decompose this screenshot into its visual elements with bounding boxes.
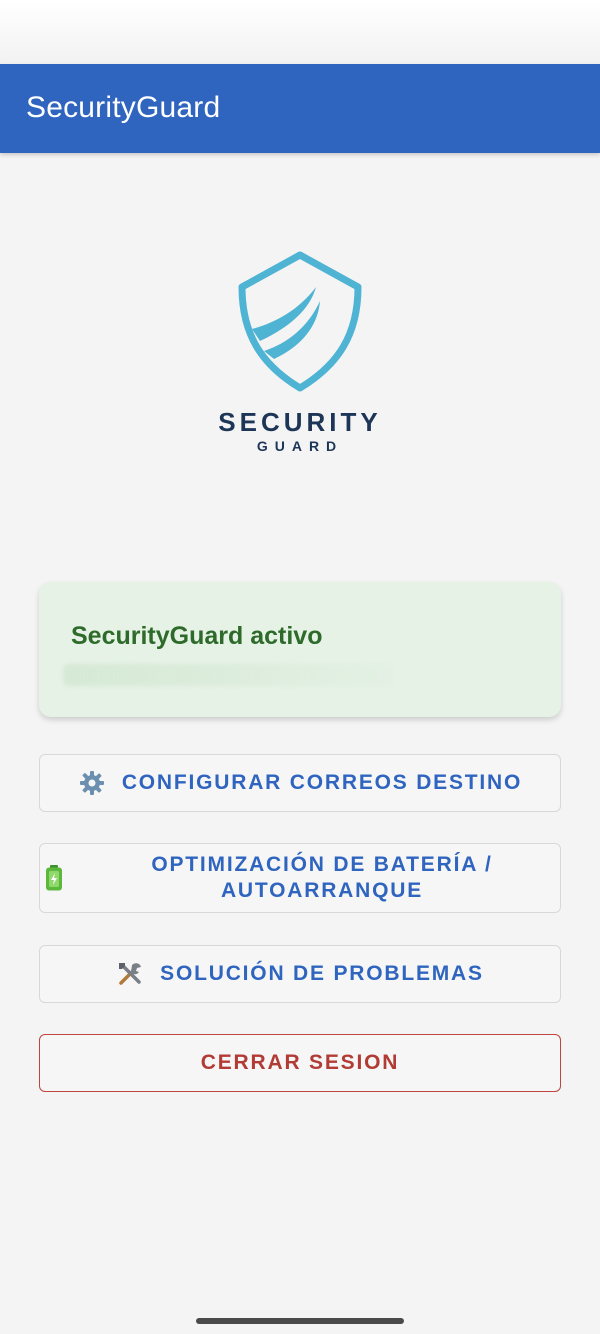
gear-icon — [78, 769, 106, 797]
status-bar — [0, 0, 600, 64]
logo-text-security: SECURITY — [218, 407, 382, 437]
status-title: SecurityGuard activo — [71, 622, 323, 650]
battery-optimization-button[interactable]: OPTIMIZACIÓN DE BATERÍA / AUTOARRANQUE — [39, 843, 561, 913]
home-indicator[interactable] — [196, 1318, 404, 1324]
app-bar: SecurityGuard — [0, 64, 600, 153]
troubleshooting-button[interactable]: SOLUCIÓN DE PROBLEMAS — [39, 945, 561, 1003]
status-card: SecurityGuard activo — [39, 582, 561, 717]
app-title: SecurityGuard — [26, 91, 221, 124]
logo-text-guard: GUARD — [256, 438, 344, 454]
logout-label: CERRAR SESION — [200, 1050, 400, 1074]
logout-button[interactable]: CERRAR SESION — [39, 1034, 561, 1092]
tools-icon — [116, 960, 144, 988]
shield-icon — [238, 251, 362, 392]
battery-icon — [40, 864, 68, 892]
configure-emails-label: CONFIGURAR CORREOS DESTINO — [121, 770, 523, 794]
battery-optimization-label: OPTIMIZACIÓN DE BATERÍA / AUTOARRANQUE — [151, 852, 493, 902]
troubleshooting-label: SOLUCIÓN DE PROBLEMAS — [160, 961, 484, 985]
app-logo: SECURITY GUARD — [200, 245, 400, 460]
status-detail-placeholder — [63, 664, 393, 686]
configure-emails-button[interactable]: CONFIGURAR CORREOS DESTINO — [39, 754, 561, 812]
